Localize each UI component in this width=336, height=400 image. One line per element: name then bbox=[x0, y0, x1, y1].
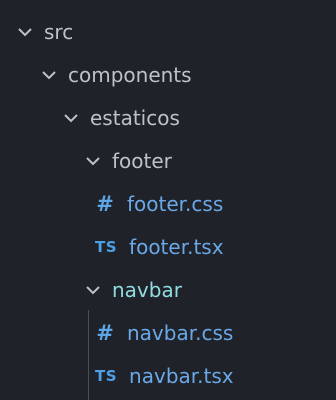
chevron-down-icon[interactable] bbox=[40, 66, 58, 84]
tree-file-footer-css[interactable]: # footer.css bbox=[0, 182, 336, 226]
chevron-down-icon[interactable] bbox=[84, 152, 102, 170]
chevron-down-icon[interactable] bbox=[16, 23, 34, 41]
file-label: navbar.tsx bbox=[129, 364, 234, 388]
folder-label: components bbox=[68, 63, 192, 87]
tree-folder-components[interactable]: components bbox=[0, 53, 336, 97]
chevron-down-icon[interactable] bbox=[62, 109, 80, 127]
folder-label: src bbox=[44, 20, 74, 44]
tree-folder-navbar[interactable]: navbar bbox=[0, 268, 336, 312]
tree-folder-src[interactable]: src bbox=[0, 10, 336, 54]
tsx-file-icon: TS bbox=[95, 367, 118, 385]
tree-file-navbar-tsx[interactable]: TS navbar.tsx bbox=[0, 354, 336, 398]
tree-folder-footer[interactable]: footer bbox=[0, 139, 336, 183]
folder-label: footer bbox=[112, 149, 172, 173]
css-file-icon: # bbox=[96, 321, 114, 345]
tree-file-navbar-css[interactable]: # navbar.css bbox=[0, 311, 336, 355]
folder-label: estaticos bbox=[90, 106, 180, 130]
file-explorer-tree: src components estaticos footer # footer… bbox=[0, 0, 336, 400]
tree-file-footer-tsx[interactable]: TS footer.tsx bbox=[0, 225, 336, 269]
folder-label: navbar bbox=[112, 278, 182, 302]
tree-folder-estaticos[interactable]: estaticos bbox=[0, 96, 336, 140]
file-label: footer.tsx bbox=[129, 235, 224, 259]
file-label: footer.css bbox=[127, 192, 224, 216]
chevron-down-icon[interactable] bbox=[84, 281, 102, 299]
file-label: navbar.css bbox=[127, 321, 234, 345]
css-file-icon: # bbox=[96, 192, 114, 216]
tsx-file-icon: TS bbox=[95, 238, 118, 256]
